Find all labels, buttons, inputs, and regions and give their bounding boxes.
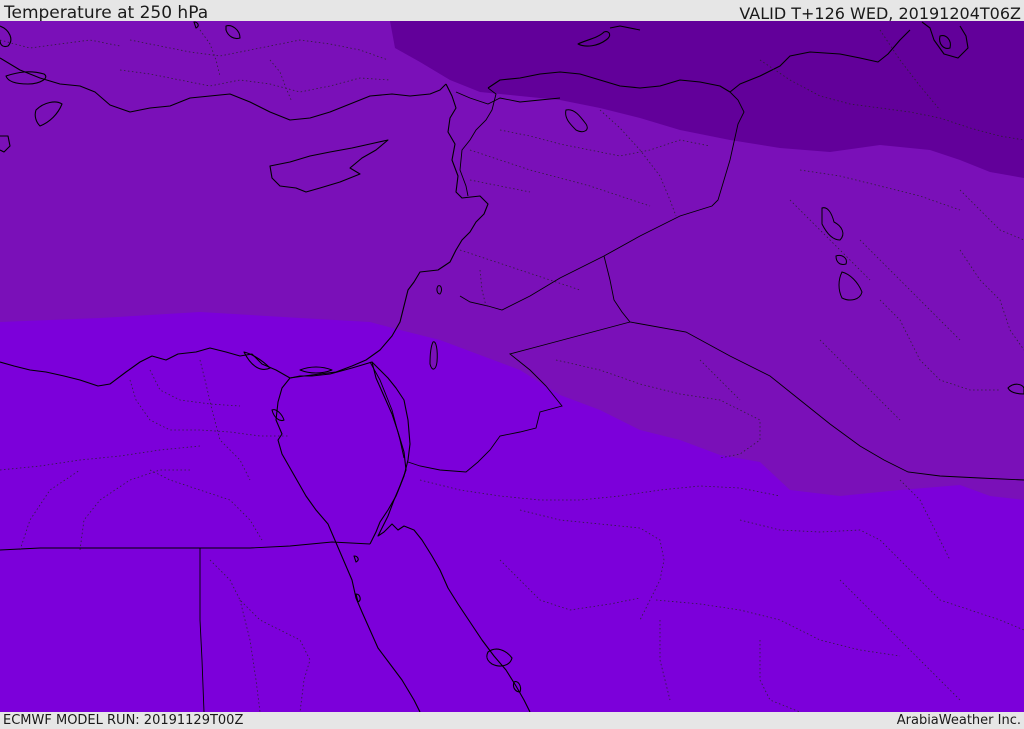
credit-label: ArabiaWeather Inc. xyxy=(896,713,1021,728)
map-title: Temperature at 250 hPa xyxy=(4,3,209,23)
footer-bar: ECMWF MODEL RUN: 20191129T00Z ArabiaWeat… xyxy=(0,712,1024,729)
temperature-map[interactable] xyxy=(0,21,1024,712)
model-run-label: ECMWF MODEL RUN: 20191129T00Z xyxy=(3,713,244,728)
header-bar: Temperature at 250 hPa VALID T+126 WED, … xyxy=(0,0,1024,23)
